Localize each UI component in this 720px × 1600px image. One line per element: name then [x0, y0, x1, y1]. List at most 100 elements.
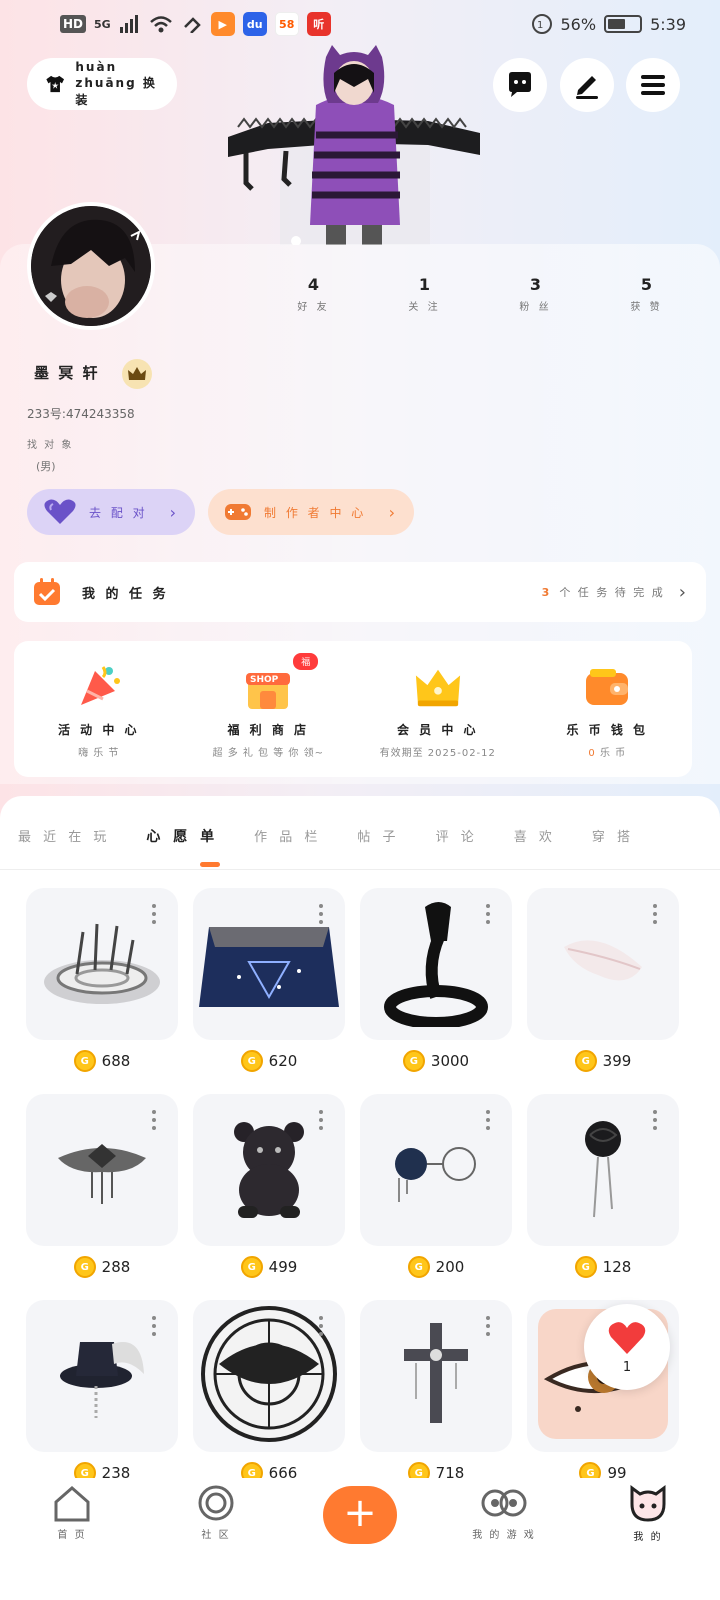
item-thumbnail[interactable]	[360, 1094, 512, 1246]
wishlist-item[interactable]: G 718	[360, 1300, 512, 1506]
wishlist-item[interactable]: G 620	[193, 888, 345, 1094]
nav-my-games[interactable]: 我 的 游 戏	[432, 1484, 576, 1541]
app-58-icon: 58	[274, 12, 299, 36]
calendar-check-icon	[34, 578, 60, 605]
edit-button[interactable]	[560, 58, 614, 112]
hamburger-icon	[641, 75, 665, 95]
stat-friends[interactable]: 4好 友	[258, 275, 369, 313]
feather-icon	[558, 927, 648, 1001]
plus-icon: +	[323, 1486, 397, 1544]
tab-works[interactable]: 作 品 栏	[236, 826, 339, 846]
my-tasks-row[interactable]: 我 的 任 务 3 个 任 务 待 完 成 ›	[14, 562, 706, 622]
vip-center[interactable]: 会 员 中 心 有效期至 2025-02-12	[353, 641, 523, 777]
coin-wallet[interactable]: 乐 币 钱 包 0 乐 币	[523, 641, 693, 777]
avatar[interactable]	[27, 202, 155, 330]
coin-icon: G	[240, 1256, 263, 1278]
coin-icon: G	[240, 1050, 263, 1072]
item-thumbnail[interactable]	[360, 1300, 512, 1452]
tab-likes[interactable]: 喜 欢	[496, 826, 574, 846]
creator-center-button[interactable]: 制 作 者 中 心 ›	[208, 489, 414, 535]
message-button[interactable]	[493, 58, 547, 112]
like-bubble[interactable]: 1	[584, 1304, 670, 1390]
gamepad-icon	[225, 504, 251, 520]
portal-platform-icon	[37, 912, 167, 1016]
tab-posts[interactable]: 帖 子	[339, 826, 417, 846]
nav-community[interactable]: 社 区	[144, 1484, 288, 1541]
item-thumbnail[interactable]	[26, 888, 178, 1040]
item-thumbnail[interactable]	[527, 1094, 679, 1246]
price-value: 288	[101, 1258, 131, 1276]
match-label: 去 配 对	[89, 505, 148, 520]
wishlist-item[interactable]: G 200	[360, 1094, 512, 1300]
tab-comments[interactable]: 评 论	[418, 826, 496, 846]
wallet-icon	[586, 669, 629, 705]
heart-icon	[44, 499, 76, 524]
games-icon	[481, 1489, 527, 1517]
more-options-icon[interactable]	[653, 1110, 657, 1130]
more-options-icon[interactable]	[486, 1316, 490, 1336]
wishlist-item[interactable]: G 499	[193, 1094, 345, 1300]
more-options-icon[interactable]	[152, 904, 156, 924]
nav-home[interactable]: 首 页	[0, 1484, 144, 1541]
link-icon	[183, 17, 201, 33]
item-thumbnail[interactable]	[360, 888, 512, 1040]
stat-likes[interactable]: 5获 赞	[591, 275, 702, 313]
item-thumbnail[interactable]	[26, 1094, 178, 1246]
wishlist-item[interactable]: G 3000	[360, 888, 512, 1094]
item-price: G 688	[26, 1050, 178, 1072]
like-count: 1	[622, 1359, 632, 1375]
gothic-cross-icon	[396, 1319, 476, 1433]
home-icon	[54, 1486, 90, 1522]
item-thumbnail[interactable]	[193, 1300, 345, 1452]
more-options-icon[interactable]	[486, 1110, 490, 1130]
item-price: G 200	[360, 1256, 512, 1278]
more-options-icon[interactable]	[319, 1316, 323, 1336]
wishlist-item[interactable]: G 128	[527, 1094, 679, 1300]
top-hat-icon	[52, 1324, 152, 1428]
avatar-3d-figure[interactable]	[228, 45, 480, 246]
stat-followers[interactable]: 3粉 丝	[480, 275, 591, 313]
wishlist-item[interactable]: G 288	[26, 1094, 178, 1300]
data-saver-icon: 1	[531, 14, 552, 34]
nav-me[interactable]: 我 的	[576, 1484, 720, 1543]
tab-outfits[interactable]: 穿 搭	[574, 826, 652, 846]
tab-wishlist[interactable]: 心 愿 单	[128, 826, 236, 846]
activity-center[interactable]: 活 动 中 心 嗨 乐 节	[14, 641, 184, 777]
more-options-icon[interactable]	[319, 1110, 323, 1130]
signal-icon	[119, 15, 138, 33]
wishlist-item[interactable]: G 688	[26, 888, 178, 1094]
chevron-right-icon: ›	[678, 581, 688, 603]
shop-icon: SHOP	[246, 673, 291, 709]
more-options-icon[interactable]	[653, 904, 657, 924]
wishlist-item[interactable]: G 238	[26, 1300, 178, 1506]
menu-button[interactable]	[626, 58, 680, 112]
more-options-icon[interactable]	[486, 904, 490, 924]
more-options-icon[interactable]	[319, 904, 323, 924]
welfare-shop[interactable]: SHOP 福 福 利 商 店 超 多 礼 包 等 你 领~	[184, 641, 354, 777]
video-app-icon: ▶	[210, 12, 235, 36]
glasses-icon	[381, 1128, 491, 1212]
hd-badge: HD	[60, 15, 87, 33]
gold-crown-icon	[415, 669, 460, 707]
pair-value: (男)	[36, 460, 56, 473]
vip-badge[interactable]	[122, 359, 152, 389]
tasks-count: 3	[541, 585, 552, 599]
galaxy-rug-icon	[199, 907, 339, 1021]
item-thumbnail[interactable]	[193, 888, 345, 1040]
item-price: G 128	[527, 1256, 679, 1278]
item-thumbnail[interactable]	[26, 1300, 178, 1452]
party-popper-icon	[80, 666, 120, 705]
creator-label: 制 作 者 中 心	[264, 505, 367, 520]
nav-create[interactable]: +	[288, 1484, 432, 1544]
match-button[interactable]: 去 配 对 ›	[27, 489, 195, 535]
wishlist-item[interactable]: G 399	[527, 888, 679, 1094]
outfit-button[interactable]: huàn zhuāng 换 装	[27, 58, 177, 110]
wishlist-item[interactable]: G 666	[193, 1300, 345, 1506]
item-thumbnail[interactable]	[193, 1094, 345, 1246]
more-options-icon[interactable]	[152, 1110, 156, 1130]
item-thumbnail[interactable]	[527, 888, 679, 1040]
more-options-icon[interactable]	[152, 1316, 156, 1336]
tab-recent[interactable]: 最 近 在 玩	[0, 826, 128, 846]
pen-icon	[576, 76, 598, 99]
stat-following[interactable]: 1关 注	[369, 275, 480, 313]
